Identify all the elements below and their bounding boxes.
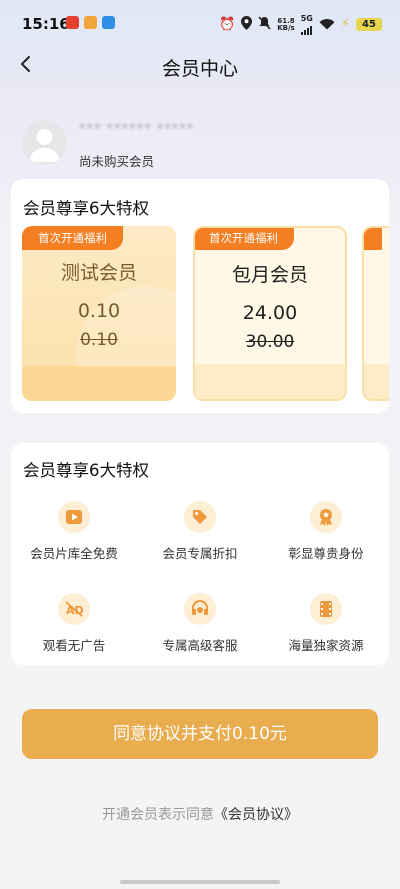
benefit-item: 专属高级客服	[137, 593, 263, 654]
signal-icon: 5G	[300, 14, 313, 35]
benefit-item: AD 观看无广告	[11, 593, 137, 654]
net-speed-unit: KB/s	[277, 23, 295, 32]
plan-badge: 首次开通福利	[22, 226, 123, 250]
clock-app-icon	[84, 16, 97, 29]
plan-name: 包月会员	[231, 264, 308, 286]
wifi-icon	[319, 15, 335, 34]
avatar	[22, 120, 67, 165]
translate-app-icon	[102, 16, 115, 29]
benefits-section-title: 会员尊享6大特权	[23, 461, 149, 480]
battery-indicator: 45	[356, 18, 382, 31]
customer-service-icon	[184, 593, 216, 625]
plans-section-title: 会员尊享6大特权	[23, 199, 149, 218]
plans-card: 会员尊享6大特权 首次开通福利 测试会员 0.10 0.10 首次开通福利 包月…	[11, 179, 389, 413]
benefit-label: 海量独家资源	[288, 638, 364, 653]
benefit-item: 会员片库全免费	[11, 501, 137, 562]
benefit-label: 观看无广告	[42, 638, 106, 653]
user-icon	[29, 129, 60, 162]
film-strip-icon	[310, 593, 342, 625]
no-ads-icon: AD	[58, 593, 90, 625]
page-title: 会员中心	[161, 58, 238, 80]
plan-price: 24.00	[242, 302, 298, 324]
benefit-item: 彰显尊贵身份	[263, 501, 389, 562]
status-time: 15:16	[22, 15, 70, 33]
mute-icon	[258, 15, 271, 34]
user-name: *** ****** *****	[79, 122, 195, 137]
agreement-link[interactable]: 《会员协议》	[214, 807, 298, 823]
benefit-label: 会员专属折扣	[162, 546, 238, 561]
plan-card-monthly[interactable]: 首次开通福利 包月会员 24.00 30.00	[193, 226, 347, 401]
play-icon	[58, 501, 90, 533]
medal-icon	[310, 501, 342, 533]
agreement-text: 开通会员表示同意	[102, 807, 214, 823]
home-indicator[interactable]	[120, 880, 280, 884]
plan-badge-partial	[364, 228, 382, 250]
membership-status: 尚未购买会员	[79, 154, 155, 169]
pay-button[interactable]: 同意协议并支付0.10元	[22, 709, 378, 759]
weibo-app-icon	[66, 16, 79, 29]
benefit-label: 专属高级客服	[162, 638, 238, 653]
status-bar: 15:16 ⏰ 61.8 KB/s 5G ⚡ 45	[0, 0, 400, 44]
plan-footer	[364, 364, 389, 399]
status-app-icons	[66, 16, 115, 29]
network-type: 5G	[300, 14, 313, 23]
header: 会员中心	[0, 44, 400, 88]
plan-card-partial[interactable]	[362, 226, 389, 401]
status-right-icons: ⏰ 61.8 KB/s 5G ⚡ 45	[219, 14, 382, 35]
plan-footer	[195, 364, 345, 399]
net-speed: 61.8 KB/s	[277, 17, 295, 32]
plan-card-trial[interactable]: 首次开通福利 测试会员 0.10 0.10	[22, 226, 176, 401]
location-icon	[241, 15, 253, 34]
plan-footer	[22, 366, 176, 401]
charging-icon: ⚡	[340, 17, 350, 32]
plan-original-price: 30.00	[245, 332, 295, 352]
benefit-item: 会员专属折扣	[137, 501, 263, 562]
discount-tag-icon	[184, 501, 216, 533]
benefit-label: 彰显尊贵身份	[288, 546, 364, 561]
plan-price: 0.10	[77, 300, 121, 322]
plan-original-price: 0.10	[80, 330, 118, 350]
plan-badge: 首次开通福利	[195, 228, 294, 250]
benefit-item: 海量独家资源	[263, 593, 389, 654]
plan-name: 测试会员	[60, 262, 137, 284]
benefit-label: 会员片库全免费	[30, 546, 118, 561]
alarm-icon: ⏰	[219, 16, 236, 32]
benefits-card: 会员尊享6大特权 会员片库全免费 会员专属折扣 彰显尊贵身份 AD 观看无广告 …	[11, 443, 389, 665]
agreement-line: 开通会员表示同意《会员协议》	[0, 804, 400, 824]
